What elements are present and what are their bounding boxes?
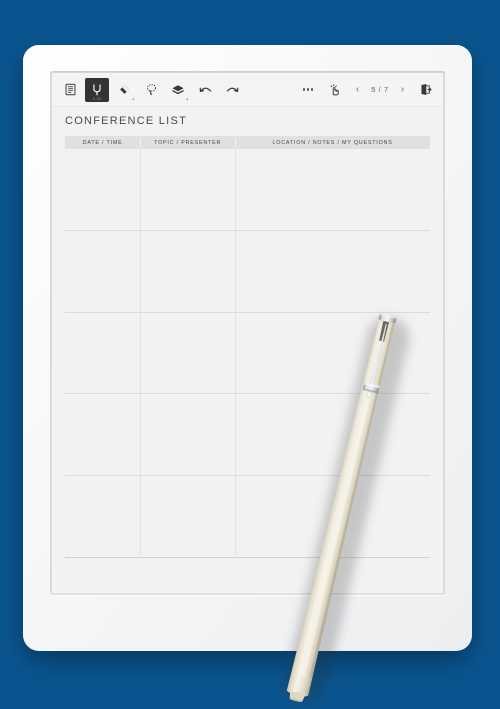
column-header-location-notes-questions: LOCATION / NOTES / MY QUESTIONS	[235, 136, 430, 149]
layers-icon[interactable]	[166, 78, 190, 102]
cell-date-time[interactable]	[65, 394, 140, 475]
cell-topic-presenter[interactable]	[140, 230, 235, 312]
layers-options-corner-icon	[186, 97, 188, 100]
cell-location-notes-questions[interactable]	[235, 394, 430, 475]
toolbar: 0.35 ‹ 5 / 7 ›	[52, 73, 443, 107]
redo-icon[interactable]	[220, 78, 244, 102]
prev-page-button[interactable]: ‹	[350, 78, 365, 102]
pen-size-label: 0.35	[93, 96, 101, 101]
toolbar-nav-group: ‹ 5 / 7 ›	[296, 78, 437, 102]
cell-date-time[interactable]	[65, 313, 140, 394]
cell-date-time[interactable]	[65, 476, 140, 557]
column-header-topic-presenter: TOPIC / PRESENTER	[140, 136, 235, 149]
column-header-date-time: DATE / TIME	[82, 139, 123, 146]
more-options-icon[interactable]	[296, 78, 320, 102]
table-row[interactable]	[65, 230, 430, 313]
exit-icon[interactable]	[413, 78, 437, 102]
eraser-tool-icon[interactable]	[112, 78, 136, 102]
cell-topic-presenter[interactable]	[140, 394, 235, 475]
pen-tool-icon[interactable]: 0.35	[85, 77, 109, 102]
cell-topic-presenter[interactable]	[140, 312, 235, 394]
touch-toggle-icon[interactable]	[323, 78, 347, 102]
table-row[interactable]	[65, 476, 430, 558]
notes-panel-icon[interactable]	[58, 78, 82, 102]
cell-date-time[interactable]	[65, 149, 140, 230]
next-page-button[interactable]: ›	[395, 78, 410, 102]
table-header-row: DATE / TIME TOPIC / PRESENTER LOCATION /…	[65, 136, 430, 149]
table-row[interactable]	[65, 149, 430, 231]
cell-location-notes-questions[interactable]	[235, 149, 430, 230]
undo-icon[interactable]	[193, 78, 217, 102]
page-title: CONFERENCE LIST	[65, 115, 188, 127]
toolbar-tools-group: 0.35	[58, 77, 244, 102]
page-indicator: 5 / 7	[371, 85, 389, 94]
cell-topic-presenter[interactable]	[140, 476, 235, 557]
cell-topic-presenter[interactable]	[140, 149, 235, 230]
lasso-select-icon[interactable]	[139, 78, 163, 102]
eraser-options-corner-icon	[132, 97, 134, 100]
cell-date-time[interactable]	[65, 231, 140, 312]
screenshot-scene: 0.35 ‹ 5 / 7 › CONFERENCE LIST DATE / TI…	[0, 0, 500, 709]
cell-location-notes-questions[interactable]	[235, 230, 430, 312]
